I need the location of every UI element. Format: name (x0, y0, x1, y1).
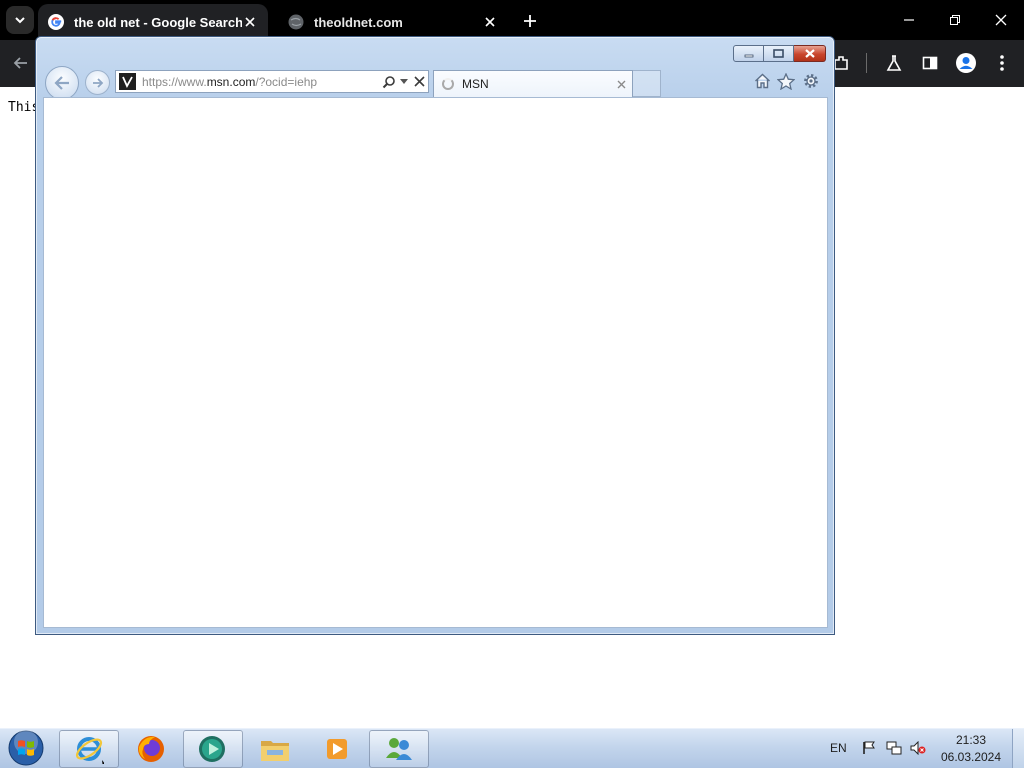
minimize-icon (904, 19, 914, 21)
restore-icon (950, 15, 960, 25)
chevron-down-icon (15, 17, 25, 24)
chrome-restore-button[interactable] (932, 0, 978, 40)
ie-maximize-button[interactable] (764, 45, 794, 62)
clock-date: 06.03.2024 (940, 750, 1002, 764)
profile-avatar-icon[interactable] (955, 52, 977, 74)
taskbar-media-player[interactable] (307, 730, 367, 768)
ie-minimize-button[interactable] (733, 45, 764, 62)
internet-explorer-icon (75, 737, 104, 764)
loading-spinner-icon (442, 78, 454, 90)
toolbar-separator (866, 53, 867, 73)
chrome-tab-title: theoldnet.com (314, 14, 403, 30)
ie-address-text[interactable]: https://www.msn.com/?ocid=iehp (142, 75, 380, 89)
chrome-minimize-button[interactable] (886, 0, 932, 40)
dropdown-arrow-icon[interactable] (398, 73, 410, 91)
search-icon[interactable] (380, 73, 398, 91)
media-app-icon (199, 736, 225, 762)
tab-search-button[interactable] (6, 6, 34, 34)
msn-favicon-icon (119, 73, 136, 90)
ie-address-bar[interactable]: https://www.msn.com/?ocid=iehp (115, 70, 429, 93)
chrome-tab-title: the old net - Google Search (74, 14, 242, 30)
media-player-icon (327, 739, 347, 759)
clock-time: 21:33 (955, 733, 987, 747)
plus-icon (524, 15, 536, 27)
volume-muted-icon[interactable] (909, 739, 927, 757)
home-icon[interactable] (752, 71, 772, 91)
chrome-close-button[interactable] (978, 0, 1024, 40)
taskbar-internet-explorer[interactable] (59, 730, 119, 768)
system-clock[interactable]: 21:33 06.03.2024 (936, 732, 1006, 766)
messenger-people-icon (386, 738, 412, 760)
windows-logo-icon (8, 730, 44, 766)
forward-arrow-icon (92, 77, 103, 88)
close-icon (804, 49, 815, 58)
back-arrow-icon (54, 76, 69, 90)
action-center-flag-icon[interactable] (861, 739, 879, 757)
taskbar-messenger[interactable] (369, 730, 429, 768)
tools-gear-icon[interactable] (801, 71, 821, 91)
ie-close-button[interactable] (794, 45, 826, 62)
google-icon (48, 14, 64, 30)
close-tab-icon[interactable] (482, 14, 498, 30)
menu-kebab-icon[interactable] (991, 52, 1013, 74)
language-indicator[interactable]: EN (830, 730, 847, 766)
chrome-tab-theoldnet[interactable]: theoldnet.com (278, 4, 508, 40)
ie-back-button[interactable] (45, 66, 79, 100)
firefox-icon (138, 736, 164, 762)
flask-icon[interactable] (883, 52, 905, 74)
maximize-icon (773, 49, 784, 58)
address-domain: msn.com (206, 74, 256, 89)
ie-tab-title: MSN (462, 77, 489, 91)
taskbar-windows-explorer[interactable] (245, 730, 305, 768)
ie-page-content[interactable] (43, 97, 828, 628)
chrome-tab-google-search[interactable]: the old net - Google Search (38, 4, 268, 40)
taskbar-media-app[interactable] (183, 730, 243, 768)
start-button[interactable] (6, 730, 46, 766)
favorites-star-icon[interactable] (776, 71, 796, 91)
show-desktop-button[interactable] (1012, 729, 1024, 768)
minimize-icon (744, 54, 753, 57)
back-arrow-icon[interactable] (10, 52, 32, 74)
new-tab-button[interactable] (519, 10, 541, 32)
ie-window: https://www.msn.com/?ocid=iehp MSN (35, 36, 835, 635)
folder-icon (261, 741, 289, 761)
stop-icon[interactable] (410, 73, 428, 91)
side-panel-icon[interactable] (919, 52, 941, 74)
close-tab-icon[interactable] (242, 14, 258, 30)
ie-caption-buttons (733, 45, 826, 62)
globe-icon (288, 14, 304, 30)
ie-new-tab-button[interactable] (633, 70, 661, 97)
close-tab-icon[interactable] (612, 75, 630, 93)
close-icon (995, 14, 1007, 26)
ie-forward-button[interactable] (85, 70, 110, 95)
taskbar-firefox[interactable] (121, 730, 181, 768)
address-prefix: https://www. (142, 74, 207, 89)
ie-tab-msn[interactable]: MSN (433, 70, 633, 97)
address-suffix: /?ocid=iehp (255, 74, 318, 89)
network-icon[interactable] (885, 739, 903, 757)
